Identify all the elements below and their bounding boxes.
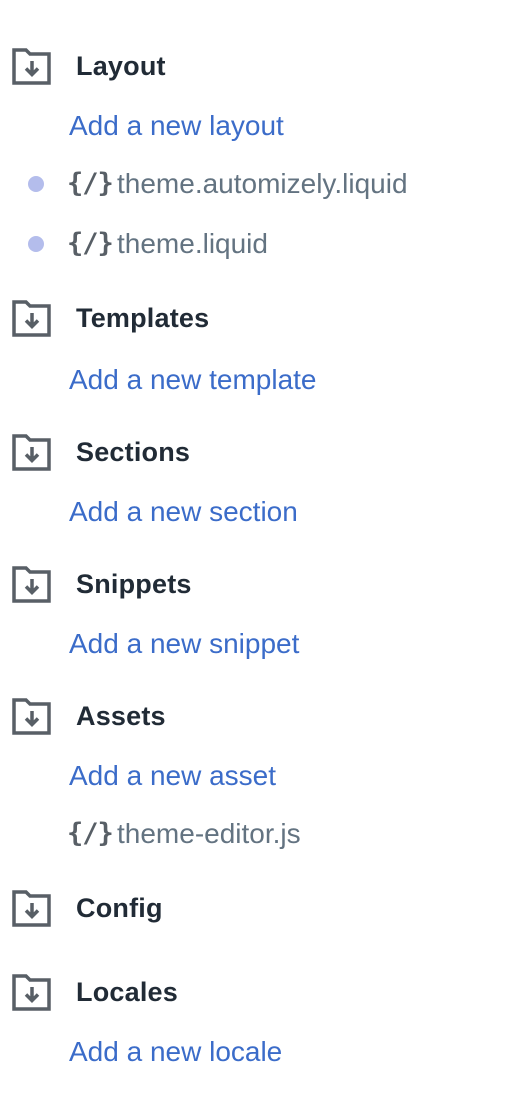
- theme-file-sidebar: Layout Add a new layout {/} theme.automi…: [0, 0, 510, 1118]
- file-name: theme.automizely.liquid: [117, 168, 408, 199]
- folder-download-icon: [12, 974, 51, 1011]
- liquid-code-icon: {/}: [67, 168, 114, 199]
- folder-download-icon: [12, 48, 51, 85]
- folder-title: Locales: [76, 976, 178, 1007]
- folder-snippets[interactable]: Snippets: [12, 564, 192, 604]
- modified-dot: [28, 176, 44, 192]
- liquid-code-icon: {/}: [67, 228, 114, 259]
- add-section-link[interactable]: Add a new section: [69, 494, 298, 530]
- folder-config[interactable]: Config: [12, 888, 163, 928]
- folder-download-icon: [12, 890, 51, 927]
- folder-locales[interactable]: Locales: [12, 972, 178, 1012]
- folder-title: Templates: [76, 302, 210, 333]
- folder-title: Assets: [76, 700, 166, 731]
- folder-download-icon: [12, 300, 51, 337]
- liquid-code-icon: {/}: [67, 818, 114, 849]
- add-snippet-link[interactable]: Add a new snippet: [69, 626, 299, 662]
- folder-title: Sections: [76, 436, 191, 467]
- add-asset-link[interactable]: Add a new asset: [69, 758, 276, 794]
- folder-title: Config: [76, 892, 163, 923]
- modified-dot: [28, 236, 44, 252]
- folder-sections[interactable]: Sections: [12, 432, 190, 472]
- folder-layout[interactable]: Layout: [12, 46, 166, 86]
- folder-title: Snippets: [76, 568, 192, 599]
- folder-download-icon: [12, 698, 51, 735]
- file-name: theme-editor.js: [117, 818, 301, 849]
- add-layout-link[interactable]: Add a new layout: [69, 108, 284, 144]
- add-locale-link[interactable]: Add a new locale: [69, 1034, 282, 1070]
- folder-download-icon: [12, 566, 51, 603]
- file-name: theme.liquid: [117, 228, 268, 259]
- folder-title: Layout: [76, 50, 166, 81]
- add-template-link[interactable]: Add a new template: [69, 362, 317, 398]
- folder-download-icon: [12, 434, 51, 471]
- folder-assets[interactable]: Assets: [12, 696, 166, 736]
- folder-templates[interactable]: Templates: [12, 298, 209, 338]
